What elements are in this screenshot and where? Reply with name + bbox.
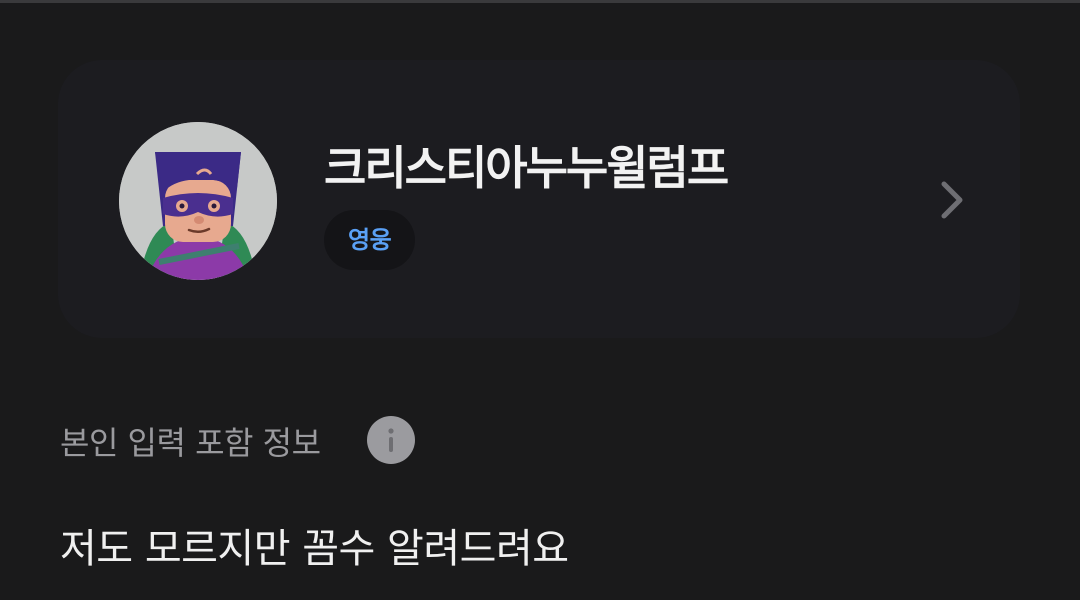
answer-text: 저도 모르지만 꼼수 알려드려요: [60, 526, 569, 572]
avatar[interactable]: [119, 122, 277, 280]
rank-badge: 영웅: [324, 210, 416, 270]
profile-card[interactable]: 크리스티아누누윌럼프 영웅: [58, 60, 1020, 338]
avatar-character-icon: [119, 122, 277, 280]
info-glyph-icon: [388, 428, 394, 452]
info-icon[interactable]: [367, 416, 415, 464]
info-section-label: 본인 입력 포함 정보: [60, 424, 321, 462]
chevron-right-icon[interactable]: [934, 178, 970, 222]
nickname: 크리스티아누누윌럼프: [324, 141, 729, 195]
top-divider: [0, 0, 1080, 3]
